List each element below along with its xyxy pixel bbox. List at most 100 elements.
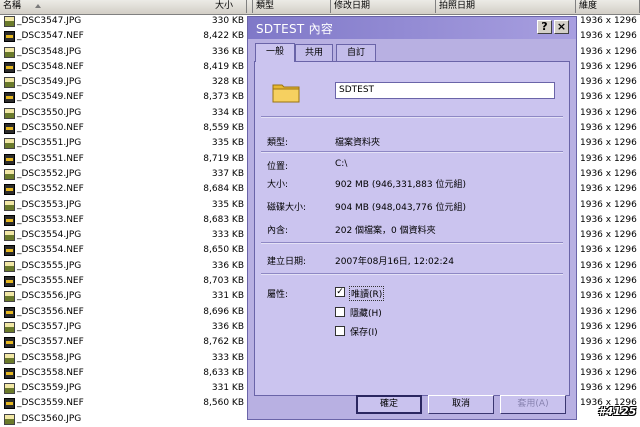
archive-checkbox[interactable] — [335, 326, 345, 336]
file-name: _DSC3555.NEF — [17, 276, 84, 287]
disk-size-value: 904 MB (948,043,776 位元組) — [335, 203, 466, 213]
file-size: 8,684 KB — [203, 184, 244, 195]
archive-label[interactable]: 保存(I) — [350, 325, 378, 338]
hidden-label[interactable]: 隱藏(H) — [350, 306, 382, 319]
hidden-checkbox[interactable] — [335, 307, 345, 317]
file-name: _DSC3554.JPG — [17, 230, 82, 241]
file-dimensions: 1936 x 1296 — [580, 214, 637, 225]
dialog-titlebar[interactable]: SDTEST 內容 ? × — [248, 17, 576, 39]
file-size: 335 KB — [211, 199, 244, 210]
file-dimensions: 1936 x 1296 — [580, 61, 637, 72]
nef-file-icon — [4, 184, 15, 196]
file-name: _DSC3559.NEF — [17, 398, 84, 409]
file-name: _DSC3557.NEF — [17, 337, 84, 348]
jpg-file-icon — [4, 413, 15, 425]
file-size: 335 KB — [211, 138, 244, 149]
file-size: 330 KB — [211, 16, 244, 26]
file-dimensions: 1936 x 1296 — [580, 291, 637, 302]
file-dimensions: 1936 x 1296 — [580, 92, 637, 103]
file-size: 334 KB — [211, 107, 244, 118]
readonly-label[interactable]: 唯讀(R) — [349, 286, 385, 301]
created-label: 建立日期: — [267, 257, 307, 267]
file-dimensions: 1936 x 1296 — [580, 306, 637, 317]
file-dimensions: 1936 x 1296 — [580, 230, 637, 241]
type-value: 檔案資料夾 — [335, 138, 381, 148]
nef-file-icon — [4, 245, 15, 257]
contains-value: 202 個檔案，0 個資料夾 — [335, 226, 436, 236]
jpg-file-icon — [4, 352, 15, 364]
close-button[interactable]: × — [554, 20, 569, 34]
tab-sharing[interactable]: 共用 — [295, 44, 333, 61]
column-photo-date[interactable]: 拍照日期 — [436, 0, 576, 13]
file-name: _DSC3552.JPG — [17, 168, 82, 179]
jpg-file-icon — [4, 107, 15, 119]
column-name[interactable]: 名稱 — [0, 0, 247, 13]
column-size-label[interactable]: 大小 — [215, 0, 233, 13]
jpg-file-icon — [4, 168, 15, 180]
separator — [261, 151, 563, 153]
column-type[interactable]: 類型 — [253, 0, 331, 13]
file-dimensions: 1936 x 1296 — [580, 184, 637, 195]
file-size: 333 KB — [211, 352, 244, 363]
tab-custom[interactable]: 自訂 — [336, 44, 376, 61]
jpg-file-icon — [4, 46, 15, 58]
attributes-label: 屬性: — [267, 290, 289, 300]
file-size: 8,373 KB — [203, 92, 244, 103]
file-name: _DSC3547.NEF — [17, 31, 84, 42]
nef-file-icon — [4, 123, 15, 135]
location-value: C:\ — [335, 159, 348, 169]
file-dimensions: 1936 x 1296 — [580, 168, 637, 179]
file-name: _DSC3551.NEF — [17, 153, 84, 164]
file-name: _DSC3552.NEF — [17, 184, 84, 195]
file-dimensions: 1936 x 1296 — [580, 383, 637, 394]
file-name: _DSC3558.NEF — [17, 367, 84, 378]
nef-file-icon — [4, 367, 15, 379]
location-label: 位置: — [267, 162, 289, 172]
help-button[interactable]: ? — [537, 20, 552, 34]
file-dimensions: 1936 x 1296 — [580, 31, 637, 42]
nef-file-icon — [4, 337, 15, 349]
file-size: 331 KB — [211, 383, 244, 394]
dialog-title: SDTEST 內容 — [256, 22, 334, 36]
separator — [261, 116, 563, 118]
size-label: 大小: — [267, 180, 289, 190]
jpg-file-icon — [4, 291, 15, 303]
file-size: 8,650 KB — [203, 245, 244, 256]
nef-file-icon — [4, 61, 15, 73]
file-dimensions: 1936 x 1296 — [580, 367, 637, 378]
file-dimensions: 1936 x 1296 — [580, 138, 637, 149]
nef-file-icon — [4, 398, 15, 410]
apply-button[interactable]: 套用(A) — [500, 395, 566, 414]
file-dimensions: 1936 x 1296 — [580, 107, 637, 118]
column-dimensions[interactable]: 維度 — [576, 0, 640, 13]
file-size: 8,559 KB — [203, 123, 244, 134]
nef-file-icon — [4, 153, 15, 165]
file-size: 328 KB — [211, 77, 244, 88]
folder-icon — [272, 84, 300, 103]
file-dimensions: 1936 x 1296 — [580, 77, 637, 88]
file-size: 8,719 KB — [203, 153, 244, 164]
readonly-checkbox[interactable]: ✓ — [335, 287, 345, 297]
folder-name-input[interactable]: SDTEST — [335, 82, 555, 99]
file-size: 8,703 KB — [203, 276, 244, 287]
file-size: 8,683 KB — [203, 214, 244, 225]
column-modified[interactable]: 修改日期 — [331, 0, 436, 13]
column-header: 名稱 大小 類型 修改日期 拍照日期 維度 — [0, 0, 640, 15]
file-dimensions: 1936 x 1296 — [580, 245, 637, 256]
size-value: 902 MB (946,331,883 位元組) — [335, 180, 466, 190]
contains-label: 內含: — [267, 226, 289, 236]
file-size: 8,633 KB — [203, 367, 244, 378]
ok-button[interactable]: 確定 — [356, 395, 422, 414]
cancel-button[interactable]: 取消 — [428, 395, 494, 414]
file-name: _DSC3548.NEF — [17, 61, 84, 72]
column-name-label: 名稱 — [3, 1, 22, 11]
file-name: _DSC3547.JPG — [17, 16, 82, 26]
jpg-file-icon — [4, 383, 15, 395]
file-name: _DSC3549.NEF — [17, 92, 84, 103]
nef-file-icon — [4, 31, 15, 43]
file-name: _DSC3557.JPG — [17, 321, 82, 332]
file-name: _DSC3549.JPG — [17, 77, 82, 88]
tab-general[interactable]: 一般 — [255, 43, 295, 62]
properties-dialog: SDTEST 內容 ? × 一般 共用 自訂 SDTEST 類型: 檔案資料夾 … — [247, 16, 577, 420]
file-dimensions: 1936 x 1296 — [580, 321, 637, 332]
